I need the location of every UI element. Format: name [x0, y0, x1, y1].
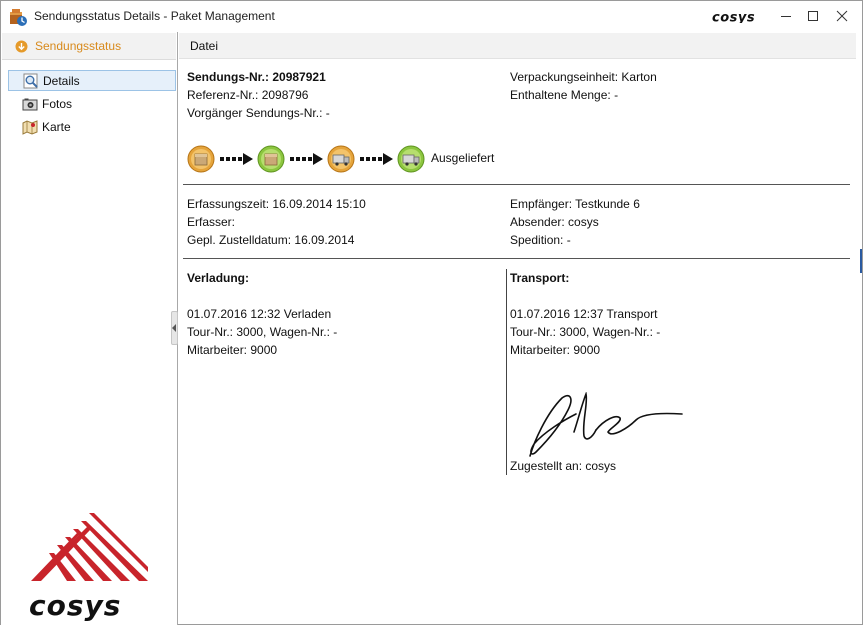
svg-text:cosys: cosys: [29, 589, 121, 621]
verpackungseinheit: Verpackungseinheit: Karton: [510, 70, 657, 84]
spedition: Spedition: -: [510, 233, 571, 247]
package-orange-icon: [187, 145, 215, 173]
zustelldatum-value: 16.09.2014: [294, 233, 355, 247]
zustelldatum: Gepl. Zustelldatum: 16.09.2014: [187, 233, 354, 247]
window-title: Sendungsstatus Details - Paket Managemen…: [34, 9, 275, 23]
erfassungszeit-label: Erfassungszeit:: [187, 197, 270, 211]
erfassungszeit: Erfassungszeit: 16.09.2014 15:10: [187, 197, 366, 211]
erfassungszeit-value: 16.09.2014 15:10: [272, 197, 366, 211]
sidebar-item-label: Fotos: [42, 96, 73, 111]
maximize-button[interactable]: [802, 5, 824, 27]
package-green-icon: [257, 145, 285, 173]
sidebar-item-label: Details: [43, 73, 80, 88]
transport-line: Mitarbeiter: 9000: [510, 343, 601, 357]
sidebar: Sendungsstatus Details Fotos Karte cosys: [1, 32, 178, 625]
zustelldatum-label: Gepl. Zustelldatum:: [187, 233, 292, 247]
verladung-line: Tour-Nr.: 3000, Wagen-Nr.: -: [187, 325, 338, 339]
camera-icon: [22, 98, 38, 110]
truck-orange-icon: [327, 145, 355, 173]
cosys-brand-logo: cosys: [712, 11, 755, 24]
app-window: Sendungsstatus Details - Paket Managemen…: [0, 0, 863, 625]
empfaenger: Empfänger: Testkunde 6: [510, 197, 640, 211]
magnifier-icon: [23, 73, 38, 88]
transport-line: Tour-Nr.: 3000, Wagen-Nr.: -: [510, 325, 661, 339]
sendungs-nr-value: 20987921: [272, 70, 326, 84]
arrow-right-icon: [360, 153, 393, 165]
sidebar-item-label: Karte: [42, 119, 71, 134]
arrow-right-icon: [290, 153, 323, 165]
truck-green-icon: [397, 145, 425, 173]
sidebar-item-karte[interactable]: Karte: [8, 116, 176, 137]
enthaltene-menge: Enthaltene Menge: -: [510, 88, 619, 102]
arrow-right-icon: [220, 153, 253, 165]
close-icon: [836, 10, 848, 22]
divider: [183, 184, 850, 185]
scroll-edge-indicator: [860, 249, 862, 273]
vorgaenger-sendungs-nr: Vorgänger Sendungs-Nr.: -: [187, 106, 330, 120]
referenz-nr-label: Referenz-Nr.:: [187, 88, 259, 102]
maximize-icon: [808, 11, 818, 21]
cosys-company-logo: cosys: [29, 513, 148, 621]
svg-text:cosys: cosys: [712, 11, 755, 24]
absender: Absender: cosys: [510, 215, 599, 229]
sidebar-header-label: Sendungsstatus: [35, 39, 122, 53]
verladung-line: Mitarbeiter: 9000: [187, 343, 278, 357]
verladung-line: 01.07.2016 12:32 Verladen: [187, 307, 332, 321]
sendungs-nr-label: Sendungs-Nr.:: [187, 70, 270, 84]
sendungs-nr: Sendungs-Nr.: 20987921: [187, 70, 326, 84]
signature-image: [529, 392, 683, 457]
sidebar-item-details[interactable]: Details: [8, 70, 176, 91]
collapse-down-icon: [15, 40, 28, 53]
minimize-button[interactable]: [775, 5, 797, 27]
chevron-left-icon: [172, 324, 176, 332]
status-final-label: Ausgeliefert: [431, 151, 495, 165]
referenz-nr: Referenz-Nr.: 2098796: [187, 88, 308, 102]
title-bar: Sendungsstatus Details - Paket Managemen…: [1, 1, 862, 32]
sidebar-item-fotos[interactable]: Fotos: [8, 93, 176, 114]
close-button[interactable]: [831, 5, 853, 27]
menu-bar: Datei: [179, 33, 856, 59]
details-panel: Sendungs-Nr.: 20987921 Referenz-Nr.: 209…: [179, 59, 856, 625]
transport-title: Transport:: [510, 271, 570, 285]
splitter-collapse-handle[interactable]: [171, 311, 178, 345]
package-app-icon: [10, 9, 27, 26]
divider: [183, 258, 850, 259]
verladung-title: Verladung:: [187, 271, 250, 285]
menu-datei[interactable]: Datei: [190, 39, 218, 53]
map-icon: [22, 119, 38, 135]
sidebar-header[interactable]: Sendungsstatus: [2, 33, 176, 60]
erfasser: Erfasser:: [187, 215, 236, 229]
transport-line: 01.07.2016 12:37 Transport: [510, 307, 658, 321]
zugestellt-an: Zugestellt an: cosys: [510, 459, 617, 473]
column-divider: [506, 269, 507, 475]
minimize-icon: [781, 16, 791, 17]
referenz-nr-value: 2098796: [261, 88, 309, 102]
